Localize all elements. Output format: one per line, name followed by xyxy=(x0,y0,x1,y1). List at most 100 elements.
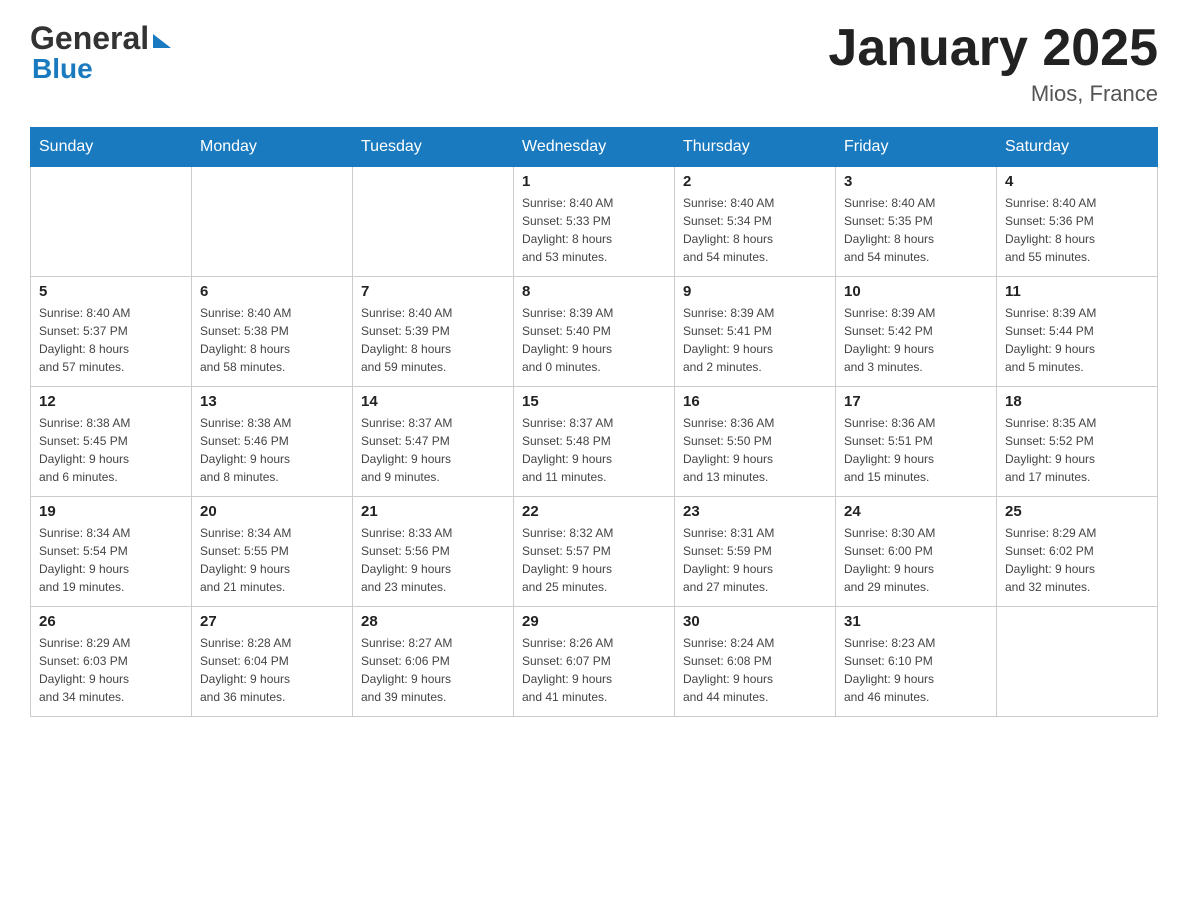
day-info: Sunrise: 8:36 AMSunset: 5:50 PMDaylight:… xyxy=(683,414,827,486)
day-number: 19 xyxy=(39,503,183,520)
calendar-week-3: 12Sunrise: 8:38 AMSunset: 5:45 PMDayligh… xyxy=(31,387,1158,497)
day-info: Sunrise: 8:29 AMSunset: 6:02 PMDaylight:… xyxy=(1005,524,1149,596)
calendar-cell: 15Sunrise: 8:37 AMSunset: 5:48 PMDayligh… xyxy=(514,387,675,497)
day-info: Sunrise: 8:39 AMSunset: 5:41 PMDaylight:… xyxy=(683,304,827,376)
day-number: 28 xyxy=(361,613,505,630)
calendar-table: SundayMondayTuesdayWednesdayThursdayFrid… xyxy=(30,127,1158,717)
calendar-cell xyxy=(997,607,1158,717)
day-number: 7 xyxy=(361,283,505,300)
calendar-cell: 9 Sunrise: 8:39 AMSunset: 5:41 PMDaylight… xyxy=(675,277,836,387)
day-info: Sunrise: 8:39 AMSunset: 5:42 PMDaylight:… xyxy=(844,304,988,376)
day-number: 15 xyxy=(522,393,666,410)
day-info: Sunrise: 8:37 AMSunset: 5:47 PMDaylight:… xyxy=(361,414,505,486)
day-info: Sunrise: 8:27 AMSunset: 6:06 PMDaylight:… xyxy=(361,634,505,706)
location: Mios, France xyxy=(828,81,1158,107)
day-number: 13 xyxy=(200,393,344,410)
day-info: Sunrise: 8:24 AMSunset: 6:08 PMDaylight:… xyxy=(683,634,827,706)
title-area: January 2025 Mios, France xyxy=(828,20,1158,107)
day-number: 6 xyxy=(200,283,344,300)
calendar-cell: 4 Sunrise: 8:40 AMSunset: 5:36 PMDaylight… xyxy=(997,167,1158,277)
day-info: Sunrise: 8:40 AMSunset: 5:35 PMDaylight:… xyxy=(844,194,988,266)
day-number: 8 xyxy=(522,283,666,300)
day-number: 20 xyxy=(200,503,344,520)
day-info: Sunrise: 8:29 AMSunset: 6:03 PMDaylight:… xyxy=(39,634,183,706)
day-number: 24 xyxy=(844,503,988,520)
day-info: Sunrise: 8:34 AMSunset: 5:54 PMDaylight:… xyxy=(39,524,183,596)
day-info: Sunrise: 8:40 AMSunset: 5:34 PMDaylight:… xyxy=(683,194,827,266)
weekday-header-tuesday: Tuesday xyxy=(353,128,514,167)
calendar-cell: 16 Sunrise: 8:36 AMSunset: 5:50 PMDayligh… xyxy=(675,387,836,497)
day-number: 9 xyxy=(683,283,827,300)
day-info: Sunrise: 8:40 AMSunset: 5:37 PMDaylight:… xyxy=(39,304,183,376)
weekday-header-sunday: Sunday xyxy=(31,128,192,167)
calendar-cell xyxy=(31,167,192,277)
day-number: 2 xyxy=(683,173,827,190)
calendar-cell: 12Sunrise: 8:38 AMSunset: 5:45 PMDayligh… xyxy=(31,387,192,497)
day-info: Sunrise: 8:39 AMSunset: 5:44 PMDaylight:… xyxy=(1005,304,1149,376)
calendar-cell: 28 Sunrise: 8:27 AMSunset: 6:06 PMDayligh… xyxy=(353,607,514,717)
day-number: 18 xyxy=(1005,393,1149,410)
day-info: Sunrise: 8:26 AMSunset: 6:07 PMDaylight:… xyxy=(522,634,666,706)
day-info: Sunrise: 8:28 AMSunset: 6:04 PMDaylight:… xyxy=(200,634,344,706)
calendar-cell: 8 Sunrise: 8:39 AMSunset: 5:40 PMDaylight… xyxy=(514,277,675,387)
calendar-cell: 17 Sunrise: 8:36 AMSunset: 5:51 PMDayligh… xyxy=(836,387,997,497)
day-info: Sunrise: 8:40 AMSunset: 5:36 PMDaylight:… xyxy=(1005,194,1149,266)
page-header: General Blue January 2025 Mios, France xyxy=(30,20,1158,107)
day-number: 3 xyxy=(844,173,988,190)
weekday-header-wednesday: Wednesday xyxy=(514,128,675,167)
calendar-cell: 13Sunrise: 8:38 AMSunset: 5:46 PMDayligh… xyxy=(192,387,353,497)
calendar-cell: 6 Sunrise: 8:40 AMSunset: 5:38 PMDaylight… xyxy=(192,277,353,387)
day-info: Sunrise: 8:36 AMSunset: 5:51 PMDaylight:… xyxy=(844,414,988,486)
weekday-header-thursday: Thursday xyxy=(675,128,836,167)
weekday-header-friday: Friday xyxy=(836,128,997,167)
logo: General Blue xyxy=(30,20,171,85)
calendar-cell xyxy=(192,167,353,277)
weekday-header-monday: Monday xyxy=(192,128,353,167)
calendar-cell: 21Sunrise: 8:33 AMSunset: 5:56 PMDayligh… xyxy=(353,497,514,607)
calendar-week-5: 26 Sunrise: 8:29 AMSunset: 6:03 PMDayligh… xyxy=(31,607,1158,717)
day-number: 21 xyxy=(361,503,505,520)
calendar-cell: 3 Sunrise: 8:40 AMSunset: 5:35 PMDaylight… xyxy=(836,167,997,277)
month-title: January 2025 xyxy=(828,20,1158,77)
calendar-week-2: 5 Sunrise: 8:40 AMSunset: 5:37 PMDaylight… xyxy=(31,277,1158,387)
calendar-cell: 27 Sunrise: 8:28 AMSunset: 6:04 PMDayligh… xyxy=(192,607,353,717)
day-info: Sunrise: 8:35 AMSunset: 5:52 PMDaylight:… xyxy=(1005,414,1149,486)
calendar-cell: 10 Sunrise: 8:39 AMSunset: 5:42 PMDayligh… xyxy=(836,277,997,387)
day-number: 26 xyxy=(39,613,183,630)
logo-arrow-icon xyxy=(153,34,171,48)
day-info: Sunrise: 8:31 AMSunset: 5:59 PMDaylight:… xyxy=(683,524,827,596)
day-info: Sunrise: 8:32 AMSunset: 5:57 PMDaylight:… xyxy=(522,524,666,596)
calendar-cell: 7 Sunrise: 8:40 AMSunset: 5:39 PMDaylight… xyxy=(353,277,514,387)
calendar-cell: 20 Sunrise: 8:34 AMSunset: 5:55 PMDayligh… xyxy=(192,497,353,607)
day-info: Sunrise: 8:40 AMSunset: 5:39 PMDaylight:… xyxy=(361,304,505,376)
day-number: 23 xyxy=(683,503,827,520)
logo-general: General xyxy=(30,20,149,57)
day-number: 31 xyxy=(844,613,988,630)
calendar-cell: 29Sunrise: 8:26 AMSunset: 6:07 PMDayligh… xyxy=(514,607,675,717)
day-number: 10 xyxy=(844,283,988,300)
calendar-cell: 30Sunrise: 8:24 AMSunset: 6:08 PMDayligh… xyxy=(675,607,836,717)
calendar-week-1: 1 Sunrise: 8:40 AMSunset: 5:33 PMDaylight… xyxy=(31,167,1158,277)
day-number: 17 xyxy=(844,393,988,410)
day-info: Sunrise: 8:40 AMSunset: 5:38 PMDaylight:… xyxy=(200,304,344,376)
calendar-cell: 1 Sunrise: 8:40 AMSunset: 5:33 PMDaylight… xyxy=(514,167,675,277)
day-info: Sunrise: 8:39 AMSunset: 5:40 PMDaylight:… xyxy=(522,304,666,376)
day-number: 1 xyxy=(522,173,666,190)
day-info: Sunrise: 8:34 AMSunset: 5:55 PMDaylight:… xyxy=(200,524,344,596)
day-number: 22 xyxy=(522,503,666,520)
calendar-cell: 24Sunrise: 8:30 AMSunset: 6:00 PMDayligh… xyxy=(836,497,997,607)
day-number: 27 xyxy=(200,613,344,630)
calendar-cell: 5 Sunrise: 8:40 AMSunset: 5:37 PMDaylight… xyxy=(31,277,192,387)
logo-blue: Blue xyxy=(30,53,93,85)
day-info: Sunrise: 8:23 AMSunset: 6:10 PMDaylight:… xyxy=(844,634,988,706)
calendar-cell: 26 Sunrise: 8:29 AMSunset: 6:03 PMDayligh… xyxy=(31,607,192,717)
day-info: Sunrise: 8:40 AMSunset: 5:33 PMDaylight:… xyxy=(522,194,666,266)
day-number: 5 xyxy=(39,283,183,300)
calendar-cell: 31 Sunrise: 8:23 AMSunset: 6:10 PMDayligh… xyxy=(836,607,997,717)
calendar-cell xyxy=(353,167,514,277)
calendar-cell: 23 Sunrise: 8:31 AMSunset: 5:59 PMDayligh… xyxy=(675,497,836,607)
calendar-cell: 11Sunrise: 8:39 AMSunset: 5:44 PMDayligh… xyxy=(997,277,1158,387)
calendar-week-4: 19 Sunrise: 8:34 AMSunset: 5:54 PMDayligh… xyxy=(31,497,1158,607)
day-number: 4 xyxy=(1005,173,1149,190)
day-number: 16 xyxy=(683,393,827,410)
